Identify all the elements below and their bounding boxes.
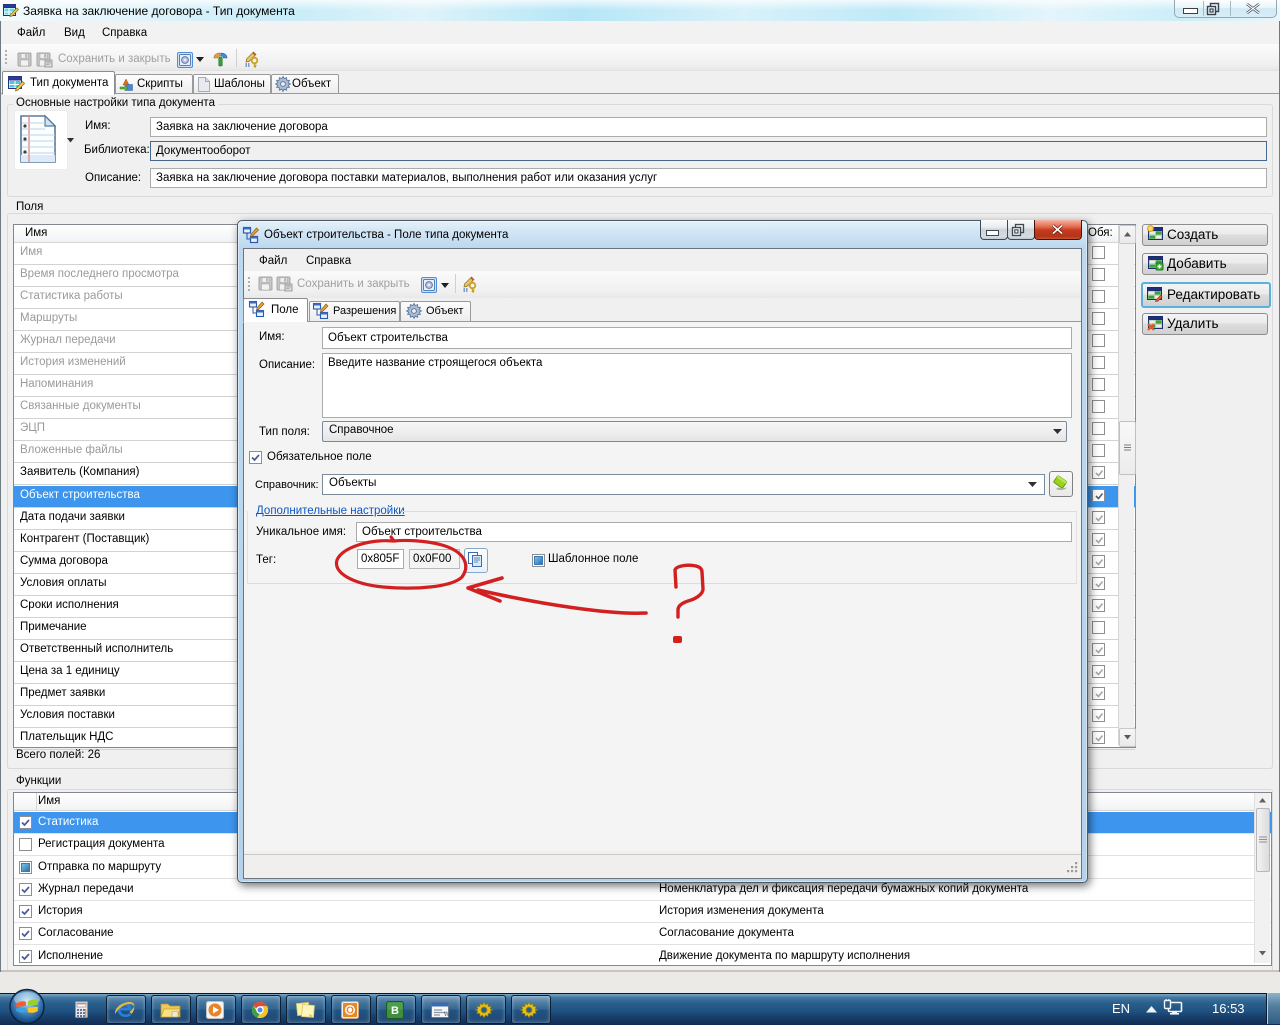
svg-text:B: B <box>391 1005 399 1017</box>
svg-text:O: O <box>346 1006 354 1017</box>
svg-text:W: W <box>444 1012 450 1018</box>
